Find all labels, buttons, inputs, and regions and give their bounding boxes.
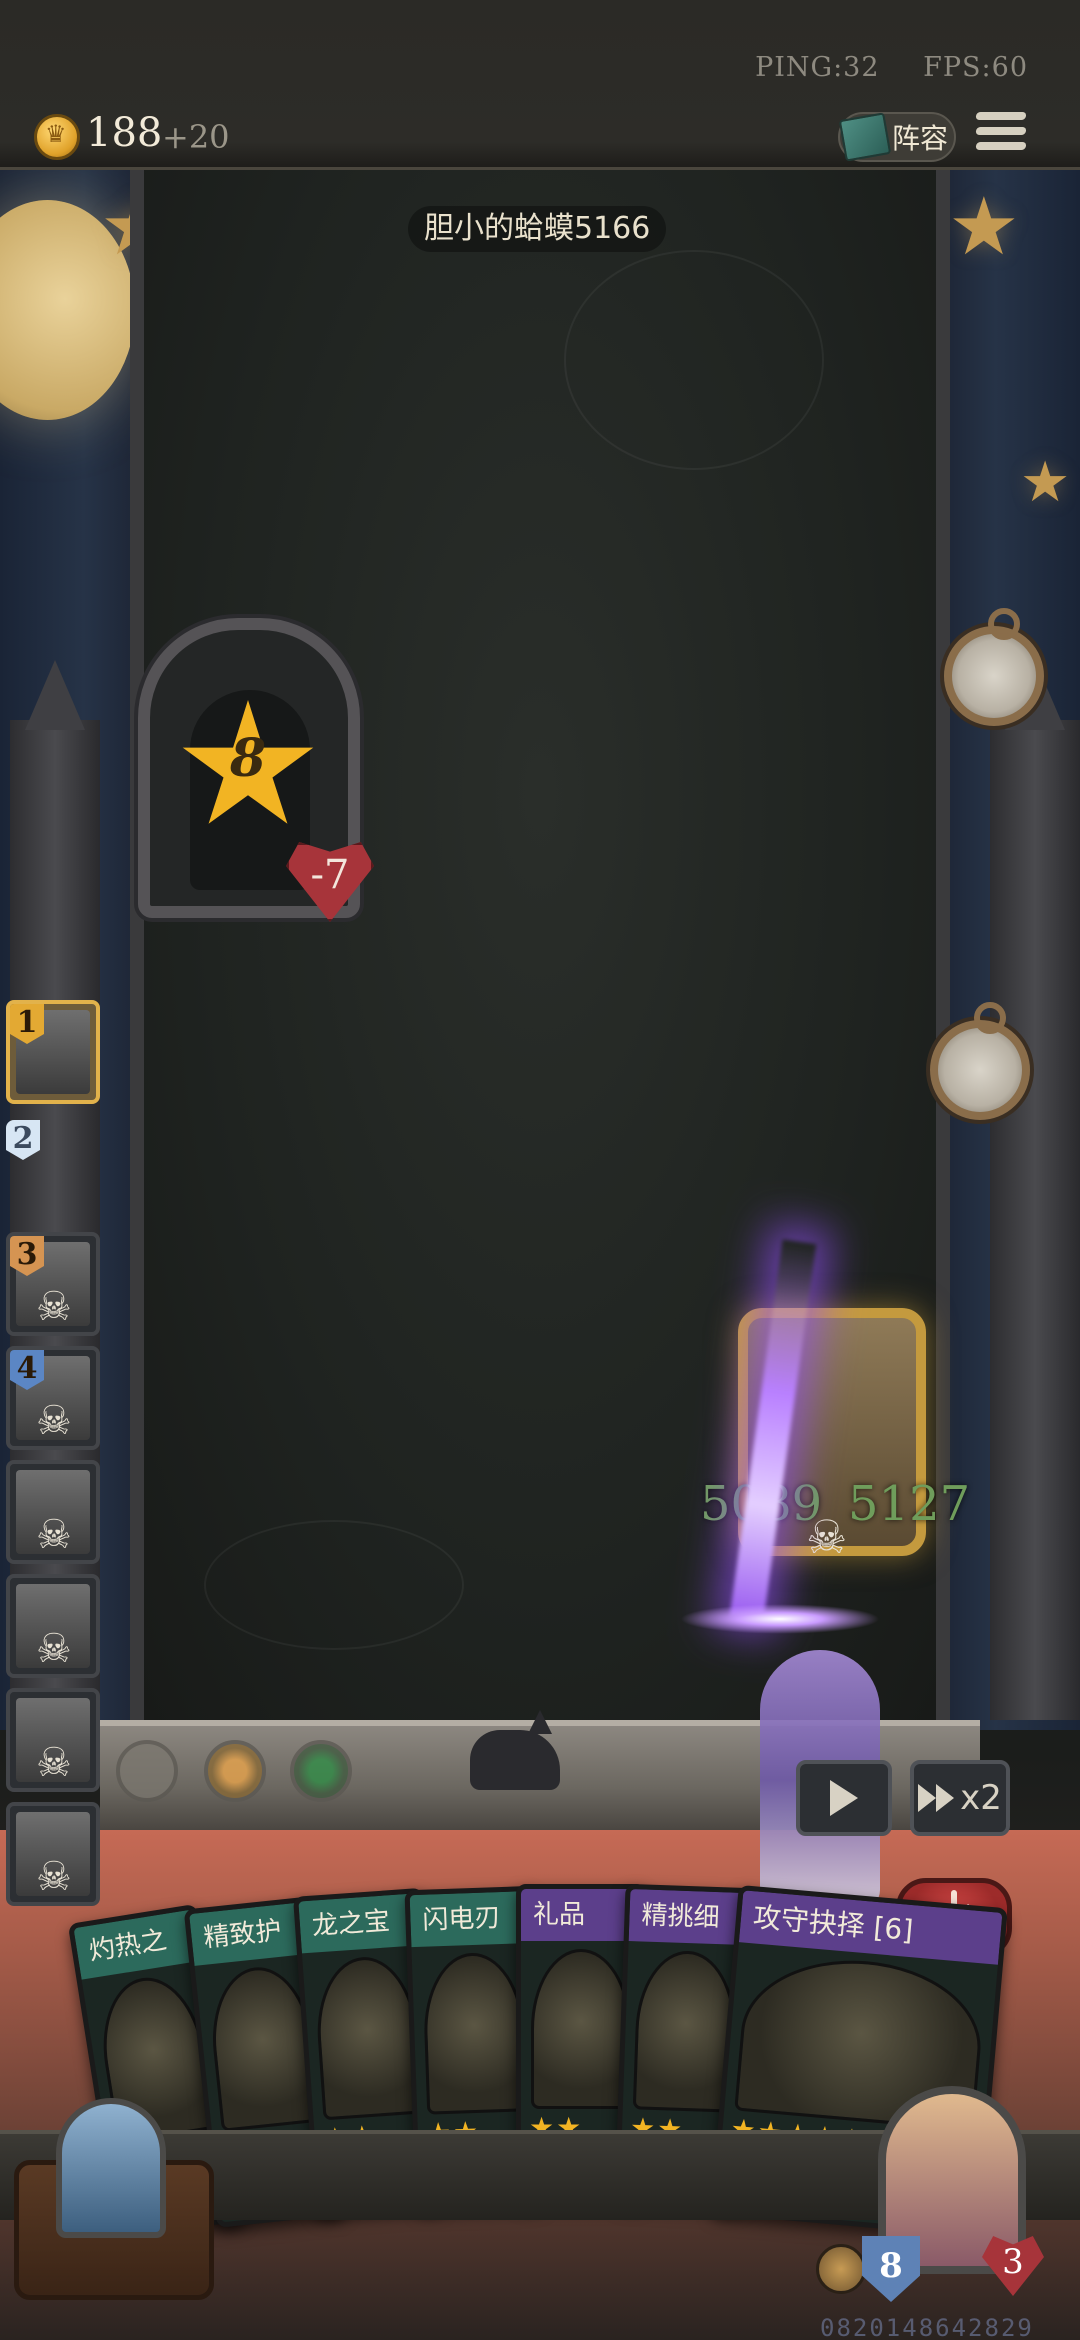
opponent-level: 8 <box>229 728 267 789</box>
card-title: 闪电刃 <box>409 1891 532 1948</box>
player-slot[interactable]: 2 <box>6 1120 100 1180</box>
opponent-name: 胆小的蛤蟆5166 <box>408 206 667 252</box>
menu-icon[interactable] <box>975 112 1027 158</box>
card-title: 精挑细 <box>628 1889 751 1946</box>
user-id: 0820148642829 <box>820 2314 1034 2340</box>
spark-effect <box>680 1604 880 1634</box>
hero-hp: 3 <box>1002 2242 1024 2282</box>
top-hud: PING:32 FPS:60 188 +20 阵容 <box>0 0 1080 170</box>
speed-label: x2 <box>960 1778 1002 1818</box>
opponent-hp-change: -7 <box>310 852 350 898</box>
skull-icon: ☠ <box>36 1626 72 1672</box>
book-icon <box>838 112 892 162</box>
player-slot[interactable]: ☠ <box>6 1802 100 1906</box>
combat-score-right: 5127 <box>848 1476 971 1532</box>
bell-icon[interactable] <box>816 2244 866 2294</box>
play-icon <box>830 1780 858 1816</box>
network-stats: PING:32 FPS:60 <box>721 52 1028 83</box>
star-decoration: ★ <box>1020 450 1071 515</box>
card-title: 龙之宝 <box>298 1893 422 1954</box>
pocket-watch-icon[interactable] <box>944 608 1044 726</box>
play-button[interactable] <box>796 1760 892 1836</box>
star-decoration: ★ <box>948 180 1020 273</box>
gold-income: +20 <box>162 118 230 156</box>
skull-icon: ☠ <box>36 1512 72 1558</box>
right-pillar <box>990 660 1080 1720</box>
speed-button[interactable]: x2 <box>910 1760 1010 1836</box>
skull-icon: ☠ <box>36 1284 72 1330</box>
ping-label: PING:32 <box>755 52 880 83</box>
player-slot[interactable]: ☠ <box>6 1688 100 1792</box>
skull-icon: ☠ <box>36 1740 72 1786</box>
card-title: 灼热之 <box>73 1909 201 1980</box>
player-slot[interactable]: ☠ <box>6 1574 100 1678</box>
fast-forward-icon <box>918 1784 937 1812</box>
card-art <box>531 1949 631 2109</box>
player-slot[interactable]: ☠ <box>6 1460 100 1564</box>
player-slot[interactable]: 1 <box>6 1000 100 1104</box>
rune-coin-icon <box>116 1740 178 1802</box>
skull-icon: ☠ <box>36 1854 72 1900</box>
lineup-label: 阵容 <box>892 122 949 155</box>
card-art <box>421 1951 528 2115</box>
player-slot[interactable]: ☠ 3 <box>6 1232 100 1336</box>
pocket-watch-icon[interactable] <box>930 1002 1030 1120</box>
chest-portrait <box>56 2098 166 2238</box>
gold-coin-icon <box>34 114 80 160</box>
gold-amount: 188 <box>86 110 163 156</box>
skull-icon: ☠ <box>36 1398 72 1444</box>
rune-coin-icon <box>290 1740 352 1802</box>
rune-coin-icon <box>204 1740 266 1802</box>
lineup-button[interactable]: 阵容 <box>838 112 956 162</box>
rank-badge: 2 <box>6 1120 40 1160</box>
hero-armor: 8 <box>879 2246 903 2286</box>
fps-label: FPS:60 <box>923 52 1028 83</box>
left-pillar <box>10 660 100 1720</box>
player-slot[interactable]: ☠ 4 <box>6 1346 100 1450</box>
